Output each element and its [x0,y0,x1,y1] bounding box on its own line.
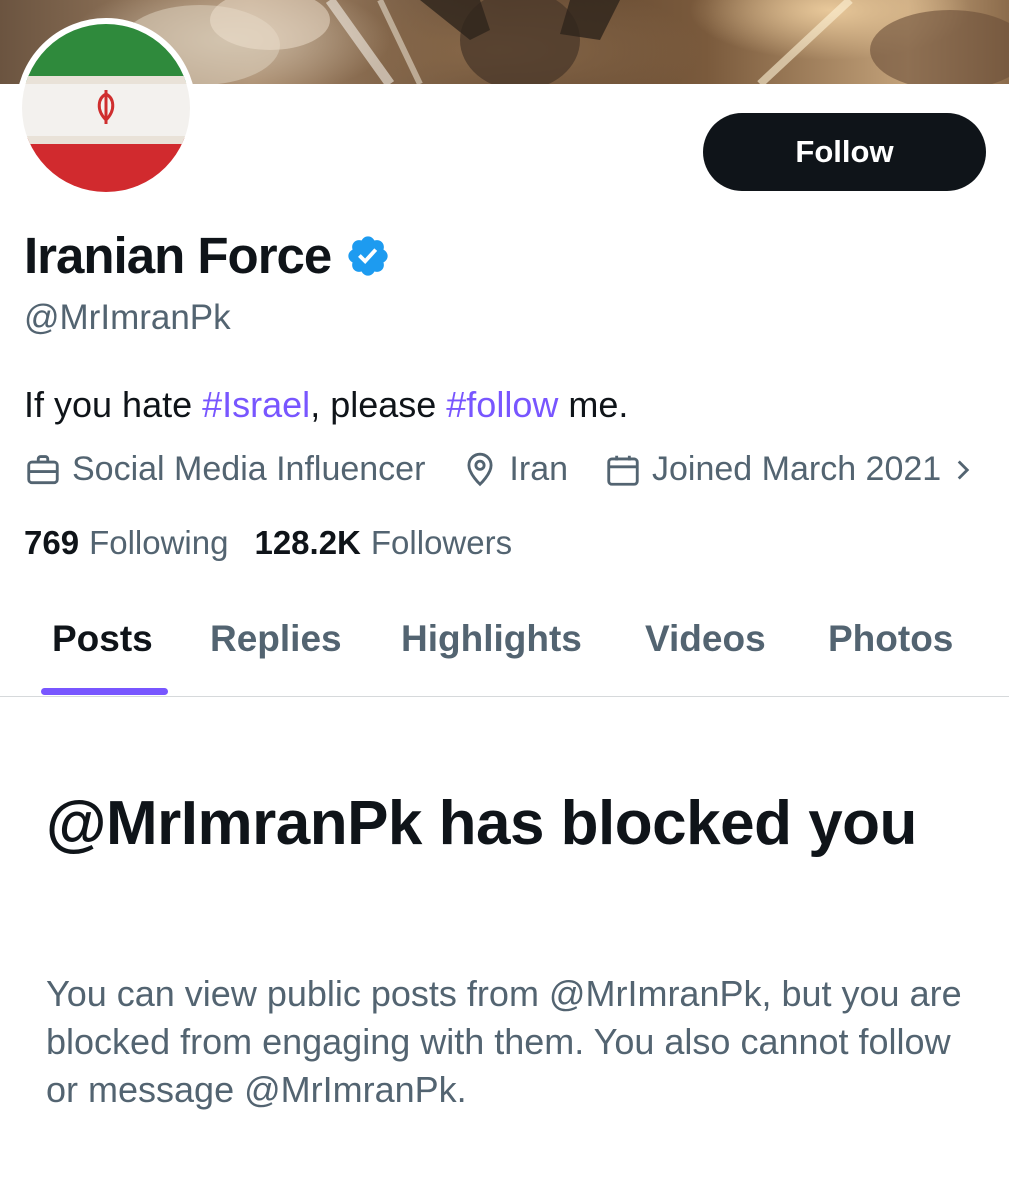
followers-label: Followers [370,524,513,561]
blocked-description: You can view public posts from @MrImranP… [46,973,962,1110]
display-name: Iranian Force [24,227,332,284]
active-tab-indicator [41,688,168,695]
briefcase-icon [27,454,59,484]
hashtag-link-israel[interactable]: #Israel [202,384,310,425]
tab-highlights[interactable]: Highlights [401,618,582,660]
bio-text: If you hate [24,384,203,425]
bio-text: me. [558,384,629,425]
profile-avatar[interactable] [16,18,196,198]
profile-handle: @MrImranPk [24,298,231,337]
blocked-title: @MrImranPk has blocked you [46,789,917,858]
meta-joined: Joined March 2021 [604,450,941,489]
tab-replies[interactable]: Replies [210,618,342,660]
meta-location: Iran [461,450,568,489]
tab-posts[interactable]: Posts [52,618,153,660]
following-label: Following [89,524,229,561]
profile-bio: If you hate #Israel, please #follow me. [24,384,628,426]
followers-link[interactable]: 128.2K Followers [254,524,512,562]
category-label: Social Media Influencer [72,450,426,488]
location-pin-icon [467,452,493,486]
chevron-right-icon[interactable] [951,453,975,487]
verified-badge-icon[interactable] [345,233,391,279]
joined-label: Joined March 2021 [652,450,942,488]
tab-photos[interactable]: Photos [828,618,953,660]
profile-meta: Social Media Influencer Iran Joined Marc… [24,450,975,489]
iran-flag-avatar-image [22,24,190,192]
location-label: Iran [509,450,569,488]
followers-count: 128.2K [254,524,361,561]
meta-category: Social Media Influencer [24,450,425,489]
display-name-row: Iranian Force [24,226,391,285]
following-count: 769 [24,524,80,561]
follow-button[interactable]: Follow [703,113,986,191]
bio-text: , please [310,384,447,425]
calendar-icon [607,455,639,486]
hashtag-link-follow[interactable]: #follow [446,384,558,425]
tab-videos[interactable]: Videos [645,618,766,660]
profile-tabs: Posts Replies Highlights Videos Photos [0,600,1009,697]
following-link[interactable]: 769 Following [24,524,228,562]
profile-stats: 769 Following 128.2K Followers [24,524,538,562]
